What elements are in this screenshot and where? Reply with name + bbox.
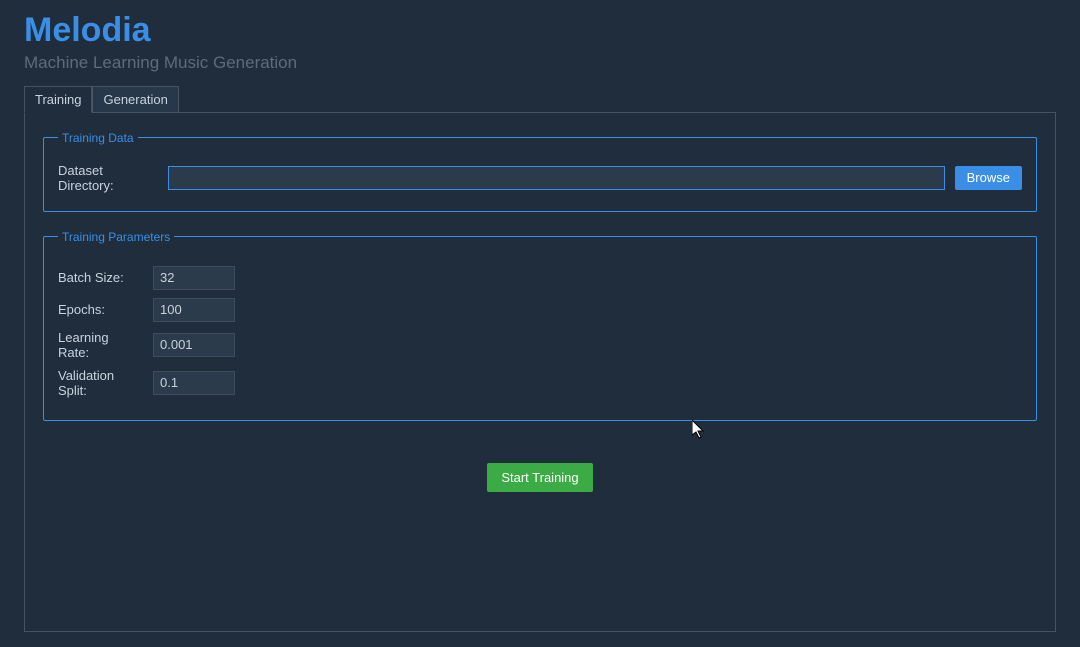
epochs-input[interactable] — [153, 298, 235, 322]
start-training-button[interactable]: Start Training — [487, 463, 592, 492]
tab-training[interactable]: Training — [24, 86, 92, 113]
app-subtitle: Machine Learning Music Generation — [24, 53, 1056, 73]
dataset-directory-label: Dataset Directory: — [58, 163, 158, 193]
app-title: Melodia — [24, 10, 1056, 51]
tab-strip: Training Generation — [24, 85, 1056, 112]
training-parameters-legend: Training Parameters — [58, 230, 174, 244]
training-data-group: Training Data Dataset Directory: Browse — [43, 131, 1037, 212]
training-panel: Training Data Dataset Directory: Browse … — [24, 112, 1056, 632]
training-parameters-group: Training Parameters Batch Size: Epochs: … — [43, 230, 1037, 421]
training-data-legend: Training Data — [58, 131, 138, 145]
validation-split-input[interactable] — [153, 371, 235, 395]
dataset-directory-input[interactable] — [168, 166, 945, 190]
batch-size-input[interactable] — [153, 266, 235, 290]
validation-split-label: Validation Split: — [58, 368, 143, 398]
tab-generation[interactable]: Generation — [92, 86, 178, 113]
browse-button[interactable]: Browse — [955, 166, 1022, 190]
epochs-label: Epochs: — [58, 302, 143, 317]
learning-rate-input[interactable] — [153, 333, 235, 357]
learning-rate-label: Learning Rate: — [58, 330, 143, 360]
batch-size-label: Batch Size: — [58, 270, 143, 285]
